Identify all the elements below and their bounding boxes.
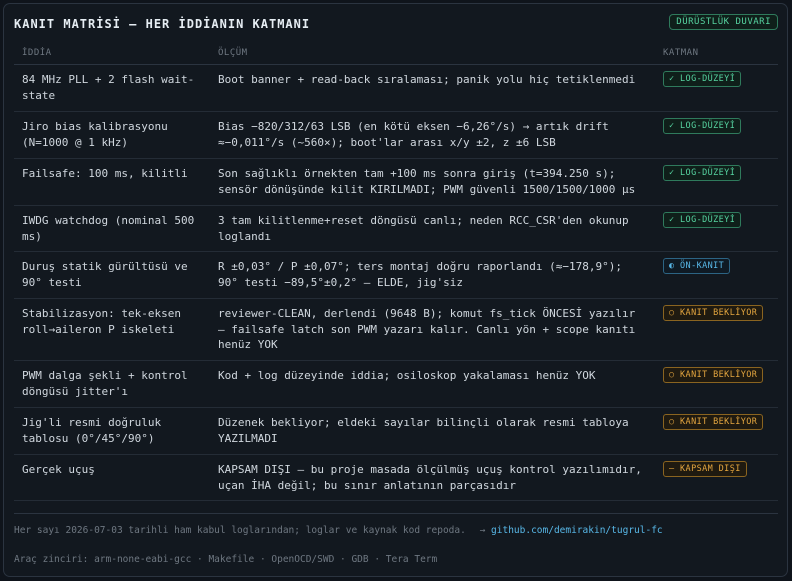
footer-note-text: Her sayı 2026-07-03 tarihli ham kabul lo… [14, 525, 466, 536]
evidence-matrix-panel: KANIT MATRİSİ — HER İDDİANIN KATMANI DÜR… [3, 3, 788, 577]
claim-cell: IWDG watchdog (nominal 500 ms) [22, 214, 195, 243]
table-row: 84 MHz PLL + 2 flash wait-state Boot ban… [14, 65, 778, 112]
layer-badge: ◐ ÖN-KANIT [663, 258, 731, 274]
column-header-measurement: ÖLÇÜM [218, 48, 248, 58]
claim-cell: 84 MHz PLL + 2 flash wait-state [22, 73, 195, 102]
page-title: KANIT MATRİSİ — HER İDDİANIN KATMANI [14, 17, 311, 31]
measurement-cell: reviewer-CLEAN, derlendi (9648 B); komut… [218, 307, 636, 351]
column-header-claim: İDDİA [22, 48, 52, 58]
layer-badge: ○ KANIT BEKLİYOR [663, 367, 764, 383]
table-row: Gerçek uçuş KAPSAM DIŞI — bu proje masad… [14, 455, 778, 501]
claim-cell: Stabilizasyon: tek-eksen roll→aileron P … [22, 307, 181, 336]
footer-divider [14, 513, 778, 514]
layer-badge: ○ KANIT BEKLİYOR [663, 414, 764, 430]
measurement-cell: R ±0,03° / P ±0,07°; ters montaj doğru r… [218, 260, 622, 289]
claim-cell: Jiro bias kalibrasyonu (N=1000 @ 1 kHz) [22, 120, 168, 149]
measurement-cell: Kod + log düzeyinde iddia; osiloskop yak… [218, 369, 596, 382]
claim-cell: Duruş statik gürültüsü ve 90° testi [22, 260, 188, 289]
measurement-cell: Düzenek bekliyor; eldeki sayılar bilinçl… [218, 416, 629, 445]
repo-link[interactable]: github.com/demirakin/tugrul-fc [491, 525, 663, 536]
claim-cell: Failsafe: 100 ms, kilitli [22, 167, 188, 180]
honesty-wall-badge: DÜRÜSTLÜK DUVARI [669, 14, 778, 30]
table-row: Stabilizasyon: tek-eksen roll→aileron P … [14, 299, 778, 361]
layer-badge: ✓ LOG-DÜZEYİ [663, 165, 742, 181]
column-header-layer: KATMAN [663, 48, 699, 58]
layer-badge: ✓ LOG-DÜZEYİ [663, 118, 742, 134]
layer-badge: ✓ LOG-DÜZEYİ [663, 212, 742, 228]
claim-cell: Gerçek uçuş [22, 463, 95, 476]
measurement-cell: Bias −820/312/63 LSB (en kötü eksen −6,2… [218, 120, 609, 149]
table-row: Jiro bias kalibrasyonu (N=1000 @ 1 kHz) … [14, 112, 778, 159]
claim-cell: Jig'li resmi doğruluk tablosu (0°/45°/90… [22, 416, 162, 445]
measurement-cell: KAPSAM DIŞI — bu proje masada ölçülmüş u… [218, 463, 642, 492]
table-row: PWM dalga şekli + kontrol döngüsü jitter… [14, 361, 778, 408]
table-row: Jig'li resmi doğruluk tablosu (0°/45°/90… [14, 408, 778, 455]
measurement-cell: Boot banner + read-back sıralaması; pani… [218, 73, 636, 86]
table-row: Duruş statik gürültüsü ve 90° testi R ±0… [14, 252, 778, 299]
measurement-cell: 3 tam kilitlenme+reset döngüsü canlı; ne… [218, 214, 629, 243]
layer-badge: — KAPSAM DIŞI [663, 461, 747, 477]
table-row: Failsafe: 100 ms, kilitli Son sağlıklı ö… [14, 159, 778, 206]
layer-badge: ○ KANIT BEKLİYOR [663, 305, 764, 321]
claim-cell: PWM dalga şekli + kontrol döngüsü jitter… [22, 369, 188, 398]
layer-badge: ✓ LOG-DÜZEYİ [663, 71, 742, 87]
measurement-cell: Son sağlıklı örnekten tam +100 ms sonra … [218, 167, 636, 196]
footer-note: Her sayı 2026-07-03 tarihli ham kabul lo… [14, 525, 663, 536]
arrow-right-icon: → [479, 525, 486, 536]
toolchain-text: Araç zinciri: arm-none-eabi-gcc · Makefi… [14, 554, 438, 565]
table-row: IWDG watchdog (nominal 500 ms) 3 tam kil… [14, 206, 778, 252]
